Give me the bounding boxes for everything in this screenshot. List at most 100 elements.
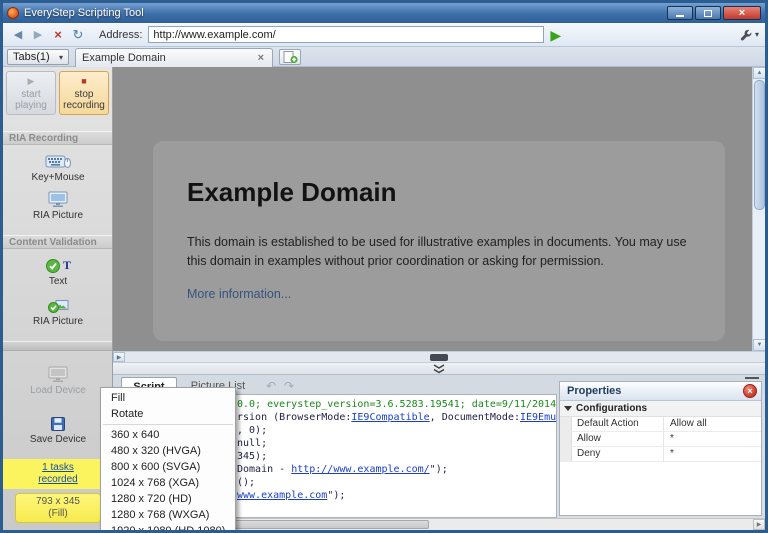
row-gutter <box>560 417 572 431</box>
properties-header: Properties × <box>560 382 761 401</box>
tab-title: Example Domain <box>82 52 166 64</box>
collapse-panel-button[interactable] <box>426 364 452 374</box>
new-tab-button[interactable] <box>279 49 301 65</box>
sidebar-item-ria-picture-validation[interactable]: RIA Picture <box>3 293 113 331</box>
property-value[interactable]: Allow all <box>664 417 761 431</box>
start-playing-label: start playing <box>15 88 47 111</box>
tabs-dropdown-button[interactable]: Tabs(1) ▾ <box>7 49 69 65</box>
menu-separator <box>103 424 233 425</box>
device-size-button[interactable]: 793 x 345 (Fill) <box>15 493 101 523</box>
scroll-right-icon[interactable]: ▶ <box>113 352 125 362</box>
horizontal-scrollbar-thumb[interactable] <box>430 354 448 361</box>
stop-recording-button[interactable]: ■ stop recording <box>59 71 109 115</box>
scroll-right-icon[interactable]: ▶ <box>753 519 765 530</box>
back-button[interactable]: ◀ <box>9 26 27 44</box>
double-chevron-down-icon <box>433 364 445 374</box>
sidebar-item-label: Text <box>48 275 68 287</box>
start-playing-button[interactable]: ▶ start playing <box>6 71 56 115</box>
app-icon <box>7 7 19 19</box>
menu-item-360x640[interactable]: 360 x 640 <box>101 427 235 443</box>
redo-button[interactable]: ↷ <box>281 378 297 393</box>
property-value[interactable]: * <box>664 447 761 461</box>
script-line: (); <box>237 476 556 489</box>
menu-item-fill[interactable]: Fill <box>101 390 235 406</box>
minimize-button[interactable] <box>667 6 693 20</box>
close-icon: × <box>738 7 746 19</box>
menu-item-800x600[interactable]: 800 x 600 (SVGA) <box>101 459 235 475</box>
property-value[interactable]: * <box>664 432 761 446</box>
window-title: EveryStep Scripting Tool <box>24 7 144 19</box>
maximize-icon <box>704 9 712 17</box>
code-text: null; <box>237 438 268 449</box>
property-row[interactable]: Deny * <box>560 447 761 462</box>
more-information-link[interactable]: More information... <box>187 287 291 301</box>
properties-group-configurations[interactable]: Configurations <box>560 401 761 417</box>
titlebar: EveryStep Scripting Tool × <box>3 3 765 23</box>
horizontal-scrollbar[interactable]: ◀ ▶ <box>113 351 765 362</box>
save-device-label: Save Device <box>29 433 87 445</box>
stop-icon: × <box>54 27 62 42</box>
undo-icon: ↶ <box>265 378 277 393</box>
property-row[interactable]: Default Action Allow all <box>560 417 761 432</box>
sidebar: ▶ start playing ■ stop recording RIA Rec… <box>3 67 113 530</box>
forward-button[interactable]: ▶ <box>29 26 47 44</box>
code-text: Domain - <box>237 464 292 475</box>
load-device-button[interactable]: Load Device <box>3 359 113 403</box>
tasks-recorded-link[interactable]: 1 tasks recorded <box>3 459 113 489</box>
app-window: EveryStep Scripting Tool × ◀ ▶ × ↻ Addre… <box>0 0 768 533</box>
scroll-down-icon[interactable]: ▼ <box>753 339 765 351</box>
vertical-scrollbar-thumb[interactable] <box>754 80 765 210</box>
sidebar-item-text-validation[interactable]: T Text <box>3 253 113 291</box>
code-text: (); <box>237 477 256 488</box>
save-device-button[interactable]: Save Device <box>3 413 113 447</box>
go-button[interactable]: ▶ <box>550 28 561 42</box>
scroll-up-icon[interactable]: ▲ <box>753 67 765 79</box>
collapse-triangle-icon[interactable] <box>564 406 572 411</box>
code-comment: 0.0; everystep_version=3.6.5283.19541; d… <box>237 399 557 410</box>
maximize-button[interactable] <box>695 6 721 20</box>
tab-close-icon[interactable]: × <box>256 52 266 64</box>
save-icon <box>51 416 65 431</box>
toolbar: ◀ ▶ × ↻ Address: ▶ ▾ <box>3 23 765 47</box>
panel-splitter[interactable] <box>113 362 765 374</box>
menu-item-1024x768[interactable]: 1024 x 768 (XGA) <box>101 475 235 491</box>
close-button[interactable]: × <box>723 6 761 20</box>
properties-close-button[interactable]: × <box>743 384 757 398</box>
menu-item-1280x768[interactable]: 1280 x 768 (WXGA) <box>101 507 235 523</box>
monitor-icon <box>48 191 68 207</box>
stop-record-icon: ■ <box>81 75 87 86</box>
menu-item-rotate[interactable]: Rotate <box>101 406 235 422</box>
sidebar-item-ria-picture-recording[interactable]: RIA Picture <box>3 187 113 225</box>
page-heading: Example Domain <box>187 177 397 207</box>
vertical-scrollbar[interactable]: ▲ ▼ <box>752 67 765 351</box>
menu-item-1280x720[interactable]: 1280 x 720 (HD) <box>101 491 235 507</box>
property-row[interactable]: Allow * <box>560 432 761 447</box>
code-link: IE9Emulate <box>519 412 557 423</box>
properties-title: Properties <box>567 385 622 397</box>
code-link: www.example.com <box>237 490 328 501</box>
wrench-icon <box>740 29 752 40</box>
address-label: Address: <box>99 28 143 41</box>
script-line: 0.0; everystep_version=3.6.5283.19541; d… <box>237 398 556 411</box>
menu-item-1920x1080[interactable]: 1920 x 1080 (HD 1080) <box>101 523 235 530</box>
code-text: "); <box>327 490 346 501</box>
undo-button[interactable]: ↶ <box>263 378 279 393</box>
sidebar-item-key-mouse[interactable]: Key+Mouse <box>3 149 113 187</box>
section-header-ria-recording: RIA Recording <box>3 131 112 145</box>
tabs-dropdown-label: Tabs(1) <box>13 51 50 63</box>
page-paragraph: This domain is established to be used fo… <box>187 235 687 269</box>
section-header-content-validation: Content Validation <box>3 235 112 249</box>
stop-button[interactable]: × <box>49 26 67 44</box>
refresh-button[interactable]: ↻ <box>69 26 87 44</box>
tools-button[interactable]: ▾ <box>739 28 759 42</box>
property-name: Default Action <box>572 417 664 431</box>
menu-item-480x320[interactable]: 480 x 320 (HVGA) <box>101 443 235 459</box>
address-input[interactable] <box>148 26 545 43</box>
script-line: , 0); <box>237 424 556 437</box>
row-gutter <box>560 447 572 461</box>
tab-example-domain[interactable]: Example Domain × <box>75 48 273 67</box>
refresh-icon: ↻ <box>72 26 84 42</box>
tasks-recorded-label: 1 tasks recorded <box>38 462 78 485</box>
play-icon: ▶ <box>27 75 35 86</box>
script-line: null; <box>237 437 556 450</box>
